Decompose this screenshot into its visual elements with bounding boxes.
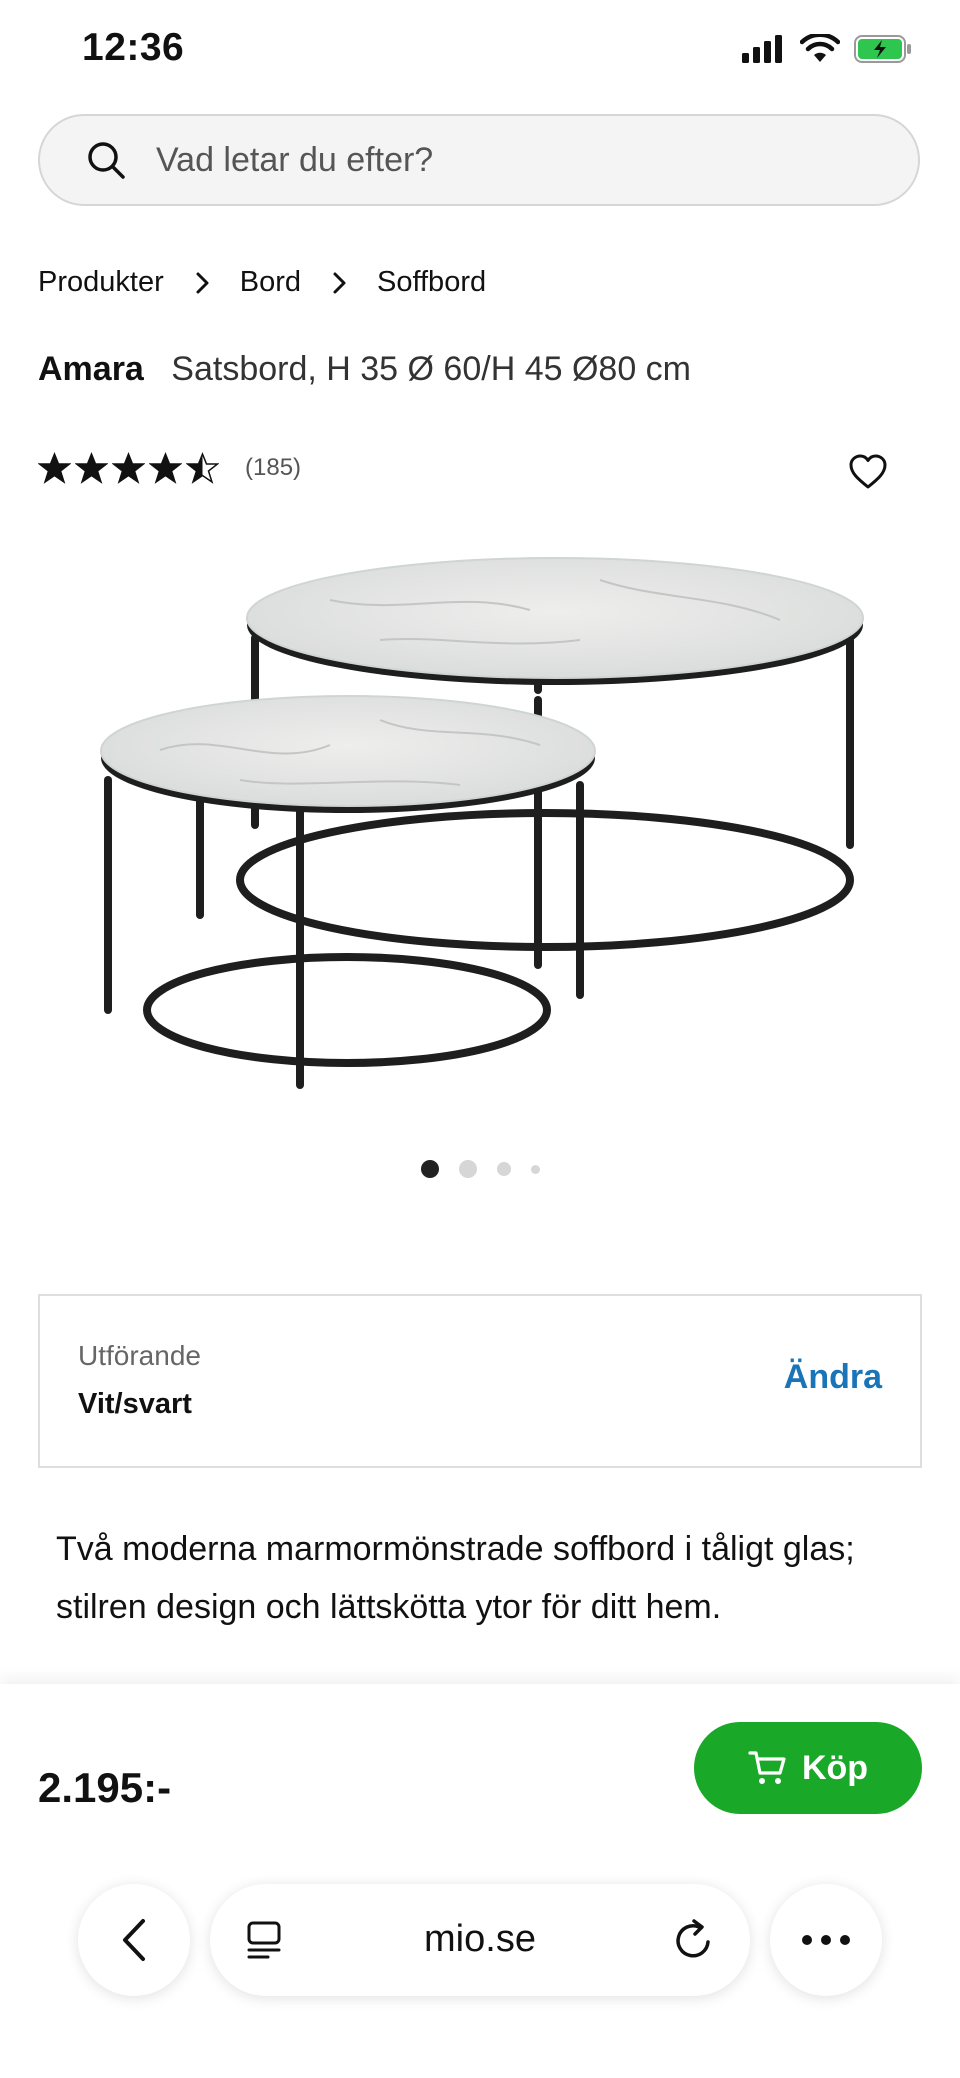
breadcrumb: Produkter Bord Soffbord (38, 266, 486, 299)
variant-selector[interactable]: Utförande Vit/svart Ändra (38, 1294, 922, 1468)
chevron-right-icon (196, 272, 209, 293)
address-url[interactable]: mio.se (210, 1918, 750, 1961)
gallery-pagination[interactable] (0, 1160, 960, 1178)
star-icon (149, 452, 182, 484)
signal-icon (742, 35, 782, 63)
chevron-left-icon (123, 1919, 145, 1961)
pagination-dot[interactable] (530, 1164, 540, 1174)
variant-value: Vit/svart (78, 1388, 192, 1420)
pagination-dot[interactable] (458, 1160, 477, 1178)
product-title: Amara Satsbord, H 35 Ø 60/H 45 Ø80 cm (38, 350, 691, 389)
status-bar: 12:36 (0, 0, 960, 100)
cart-icon (748, 1751, 786, 1784)
search-bar[interactable] (38, 114, 920, 206)
buy-button-label: Köp (801, 1748, 869, 1787)
breadcrumb-item-soffbord[interactable]: Soffbord (377, 266, 486, 299)
search-input[interactable] (154, 139, 858, 181)
heart-icon[interactable] (848, 452, 888, 492)
variant-label: Utförande (78, 1340, 201, 1371)
status-icons (742, 34, 912, 64)
more-button[interactable] (770, 1884, 882, 1996)
breadcrumb-item-produkter[interactable]: Produkter (38, 266, 164, 299)
back-button[interactable] (78, 1884, 190, 1996)
star-icon (75, 452, 108, 484)
pagination-dot[interactable] (420, 1160, 439, 1178)
buy-button[interactable]: Köp (694, 1722, 922, 1814)
battery-icon (854, 35, 911, 63)
rating-count: (185) (245, 454, 302, 481)
pagination-dot[interactable] (496, 1162, 511, 1176)
wifi-icon (800, 34, 840, 62)
status-time: 12:36 (82, 26, 185, 69)
search-icon (88, 142, 125, 179)
browser-toolbar: mio.se (0, 1884, 960, 2004)
star-icon (112, 452, 145, 484)
address-bar[interactable]: mio.se (210, 1884, 750, 1996)
reload-icon[interactable] (672, 1918, 714, 1962)
product-description: Satsbord, H 35 Ø 60/H 45 Ø80 cm (171, 350, 691, 388)
buy-bar: 2.195:- Köp mio.se (0, 1684, 960, 2078)
breadcrumb-item-bord[interactable]: Bord (240, 266, 301, 299)
product-image[interactable] (80, 540, 880, 1120)
rating-stars (38, 452, 219, 484)
more-icon (802, 1935, 850, 1945)
chevron-right-icon (333, 272, 346, 293)
product-details-text: Två moderna marmormönstrade soffbord i t… (56, 1530, 855, 1626)
product-brand: Amara (38, 350, 144, 388)
product-rating[interactable]: (185) (38, 452, 301, 484)
star-icon (38, 452, 71, 484)
star-icon (186, 452, 219, 484)
change-variant-button[interactable]: Ändra (784, 1358, 882, 1397)
product-price: 2.195:- (38, 1764, 172, 1811)
